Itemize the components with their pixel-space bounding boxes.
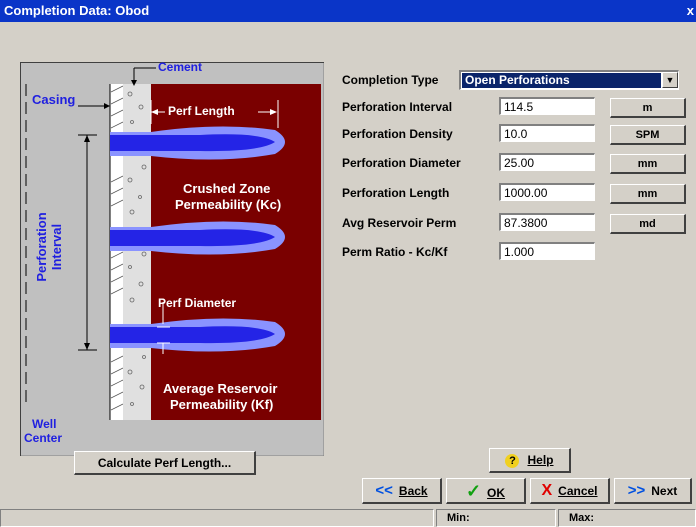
next-arrow-icon: >> — [627, 482, 646, 499]
perforation-diameter-label: Perforation Diameter — [342, 156, 461, 170]
perforation-density-input[interactable] — [499, 124, 595, 142]
perforation-diameter-unit-button[interactable]: mm — [610, 154, 686, 174]
status-pane-min: Min: — [436, 509, 556, 527]
ok-label: OK — [487, 486, 506, 500]
avg-reservoir-perm-label: Avg Reservoir Perm — [342, 216, 457, 230]
cancel-x-icon: X — [541, 482, 553, 499]
perf-length-label: Perf Length — [168, 104, 235, 118]
perf-diameter-label: Perf Diameter — [158, 296, 237, 310]
completion-type-label: Completion Type — [342, 73, 439, 87]
back-label: Back — [398, 484, 428, 498]
center-label: Center — [24, 431, 63, 445]
status-pane-max: Max: — [558, 509, 696, 527]
cement-label: Cement — [158, 60, 203, 74]
next-label: Next — [651, 484, 678, 498]
perforation-diameter-input[interactable] — [499, 153, 595, 171]
crushed-zone-label-1: Crushed Zone — [183, 181, 271, 196]
perm-ratio-input[interactable] — [499, 242, 595, 260]
window-title: Completion Data: Obod — [4, 3, 150, 18]
perforation-interval-input[interactable] — [499, 97, 595, 115]
cancel-label: Cancel — [558, 484, 598, 498]
perforation-length-input[interactable] — [499, 183, 595, 201]
status-bar: Min: Max: — [0, 509, 696, 527]
cancel-button[interactable]: X Cancel — [530, 478, 610, 504]
casing-label: Casing — [32, 92, 76, 107]
completion-diagram: Cement Casing Perf Length Crushed Zone P… — [20, 60, 324, 456]
help-label: Help — [527, 453, 554, 467]
perforation-interval-label: Perforation Interval — [342, 100, 453, 114]
avg-reservoir-label-1: Average Reservoir — [163, 381, 278, 396]
status-pane-message — [0, 509, 434, 527]
avg-reservoir-perm-unit-button[interactable]: md — [610, 214, 686, 234]
perforation-interval-label: Perforation Interval — [34, 212, 64, 282]
help-icon: ? — [505, 454, 520, 468]
perforation-density-unit-button[interactable]: SPM — [610, 125, 686, 145]
well-label: Well — [32, 417, 57, 431]
avg-reservoir-label-2: Permeability (Kf) — [170, 397, 274, 412]
crushed-zone-label-2: Permeability (Kc) — [175, 197, 282, 212]
title-bar: Completion Data: Obod x — [0, 0, 696, 22]
ok-button[interactable]: ✓ OK — [446, 478, 526, 504]
perforation-length-unit-button[interactable]: mm — [610, 184, 686, 204]
perforation-length-label: Perforation Length — [342, 186, 450, 200]
perm-ratio-label: Perm Ratio - Kc/Kf — [342, 245, 448, 259]
avg-reservoir-perm-input[interactable] — [499, 213, 595, 231]
calculate-perf-length-button[interactable]: Calculate Perf Length... — [74, 451, 256, 475]
close-icon[interactable]: x — [687, 3, 694, 18]
perforation-interval-unit-button[interactable]: m — [610, 98, 686, 118]
checkmark-icon: ✓ — [465, 481, 482, 501]
back-arrow-icon: << — [375, 482, 393, 499]
back-button[interactable]: << Back — [362, 478, 442, 504]
completion-type-value: Open Perforations — [462, 73, 661, 88]
perforation-density-label: Perforation Density — [342, 127, 453, 141]
chevron-down-icon[interactable]: ▼ — [662, 72, 678, 88]
help-button[interactable]: ? Help — [489, 448, 571, 473]
completion-type-dropdown[interactable]: Open Perforations ▼ — [459, 70, 679, 90]
next-button[interactable]: >> Next — [614, 478, 692, 504]
